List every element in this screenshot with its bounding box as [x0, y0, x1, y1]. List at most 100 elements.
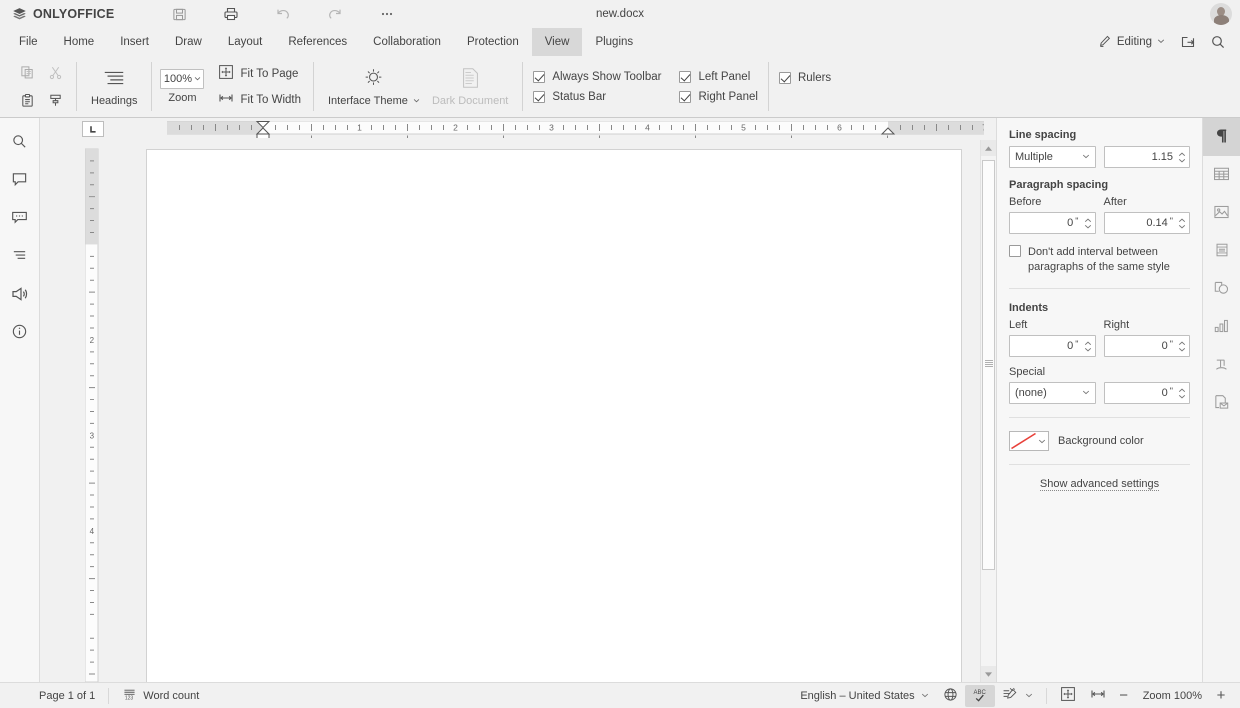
avatar[interactable] [1210, 3, 1232, 25]
tab-protection[interactable]: Protection [454, 28, 532, 56]
stepper-arrows-icon[interactable] [1178, 388, 1186, 399]
left-panel-checkbox[interactable]: Left Panel [677, 70, 759, 84]
sidebar-item-comments[interactable] [1, 162, 39, 200]
scrollbar-track[interactable] [981, 156, 996, 666]
tab-plugins[interactable]: Plugins [582, 28, 646, 56]
tab-collaboration[interactable]: Collaboration [360, 28, 454, 56]
spacing-after-stepper[interactable]: 0.14 " [1104, 212, 1191, 234]
special-indent-select[interactable]: (none) [1009, 382, 1096, 404]
tab-view[interactable]: View [532, 28, 583, 56]
stepper-arrows-icon[interactable] [1178, 152, 1186, 163]
line-spacing-mode-select[interactable]: Multiple [1009, 146, 1096, 168]
svg-text:6: 6 [837, 123, 842, 133]
sidebar-item-feedback[interactable] [1, 276, 39, 314]
interface-theme-button[interactable]: Interface Theme [322, 56, 426, 117]
indent-left-stepper[interactable]: 0 " [1009, 335, 1096, 357]
status-bar-right: English – United States ABC [793, 684, 1240, 707]
open-file-location-button[interactable] [1174, 30, 1202, 54]
indent-right-stepper[interactable]: 0 " [1104, 335, 1191, 357]
special-indent-by-stepper[interactable]: 0 " [1104, 382, 1191, 404]
rail-shape-settings[interactable] [1203, 270, 1240, 308]
stepper-arrows-icon[interactable] [1178, 218, 1186, 229]
rail-text-art-settings[interactable] [1203, 346, 1240, 384]
tab-draw[interactable]: Draw [162, 28, 215, 56]
headings-button[interactable]: Headings [85, 56, 143, 117]
print-button[interactable] [216, 2, 246, 26]
menu-tabs: File Home Insert Draw Layout References … [0, 28, 646, 56]
always-show-toolbar-checkbox[interactable]: Always Show Toolbar [531, 70, 663, 84]
chevron-down-icon[interactable] [1036, 437, 1048, 445]
set-document-language-button[interactable] [936, 685, 965, 707]
copy-style-button[interactable] [42, 88, 68, 114]
tab-insert[interactable]: Insert [107, 28, 162, 56]
vertical-ruler[interactable]: 2 3 4 [85, 140, 99, 682]
horizontal-ruler[interactable]: 1 2 3 4 5 6 7 [167, 121, 984, 138]
interface-theme-label: Interface Theme [328, 95, 420, 107]
svg-text:4: 4 [90, 527, 95, 536]
line-spacing-value-stepper[interactable]: 1.15 [1104, 146, 1191, 168]
indents-labels: Left Right [1009, 319, 1190, 331]
document-scroll-area[interactable] [104, 140, 980, 682]
dark-document-button[interactable]: Dark Document [426, 56, 514, 117]
tab-layout[interactable]: Layout [215, 28, 276, 56]
right-panel-checkbox[interactable]: Right Panel [677, 90, 759, 104]
stepper-arrows-icon[interactable] [1178, 341, 1186, 352]
undo-button[interactable] [268, 2, 298, 26]
scroll-down-button[interactable] [981, 666, 996, 682]
spellcheck-button[interactable]: ABC [965, 685, 995, 707]
paste-button[interactable] [14, 88, 40, 114]
sidebar-item-search[interactable] [1, 124, 39, 162]
rail-image-settings[interactable] [1203, 194, 1240, 232]
zoom-in-button[interactable]: + [1210, 687, 1232, 704]
cut-button[interactable] [42, 60, 68, 86]
zoom-out-button[interactable]: − [1113, 687, 1135, 704]
tab-stop-selector[interactable] [82, 121, 104, 137]
fit-to-page-button[interactable]: Fit To Page [214, 62, 305, 85]
zoom-label[interactable]: Zoom 100% [1135, 690, 1210, 702]
spacing-before-stepper[interactable]: 0 " [1009, 212, 1096, 234]
tab-home[interactable]: Home [51, 28, 108, 56]
sidebar-item-about[interactable] [1, 314, 39, 352]
vertical-ruler-holder: 2 3 4 [82, 140, 104, 682]
rail-chart-settings[interactable] [1203, 308, 1240, 346]
scrollbar-thumb[interactable] [982, 160, 995, 570]
fit-page-button[interactable] [1053, 684, 1083, 707]
scroll-up-button[interactable] [981, 140, 996, 156]
fit-to-width-button[interactable]: Fit To Width [214, 88, 305, 111]
track-changes-icon [1002, 687, 1019, 705]
track-changes-button[interactable] [995, 685, 1040, 707]
background-color-picker[interactable] [1009, 431, 1049, 451]
rail-table-settings[interactable] [1203, 156, 1240, 194]
rail-mail-merge-settings[interactable] [1203, 384, 1240, 422]
rulers-checkbox[interactable]: Rulers [777, 71, 833, 85]
zoom-select[interactable]: 100% [160, 69, 204, 89]
show-advanced-settings-link[interactable]: Show advanced settings [1040, 478, 1159, 491]
editing-mode-button[interactable]: Editing [1091, 31, 1172, 54]
special-label: Special [1009, 366, 1190, 378]
more-button[interactable] [372, 2, 402, 26]
document-page[interactable] [146, 149, 962, 682]
save-button[interactable] [164, 2, 194, 26]
svg-text:5: 5 [741, 123, 746, 133]
rail-paragraph-settings[interactable] [1203, 118, 1240, 156]
stepper-arrows-icon[interactable] [1084, 341, 1092, 352]
stepper-arrows-icon[interactable] [1084, 218, 1092, 229]
fit-width-button[interactable] [1083, 684, 1113, 707]
language-button[interactable]: English – United States [793, 688, 935, 704]
status-bar-checkbox[interactable]: Status Bar [531, 90, 663, 104]
tab-references[interactable]: References [275, 28, 360, 56]
search-button[interactable] [1204, 30, 1232, 54]
redo-button[interactable] [320, 2, 350, 26]
dark-document-label: Dark Document [432, 95, 508, 107]
word-count-button[interactable]: 123 Word count [115, 685, 206, 707]
vertical-scrollbar[interactable] [980, 140, 996, 682]
sidebar-item-headings[interactable] [1, 238, 39, 276]
svg-text:2: 2 [453, 123, 458, 133]
word-count-label: Word count [143, 690, 199, 702]
no-interval-checkbox[interactable]: Don't add interval between paragraphs of… [1009, 245, 1190, 275]
sidebar-item-chat[interactable] [1, 200, 39, 238]
checkbox-box [533, 91, 545, 103]
copy-button[interactable] [14, 60, 40, 86]
rail-header-footer-settings[interactable] [1203, 232, 1240, 270]
tab-file[interactable]: File [6, 28, 51, 56]
